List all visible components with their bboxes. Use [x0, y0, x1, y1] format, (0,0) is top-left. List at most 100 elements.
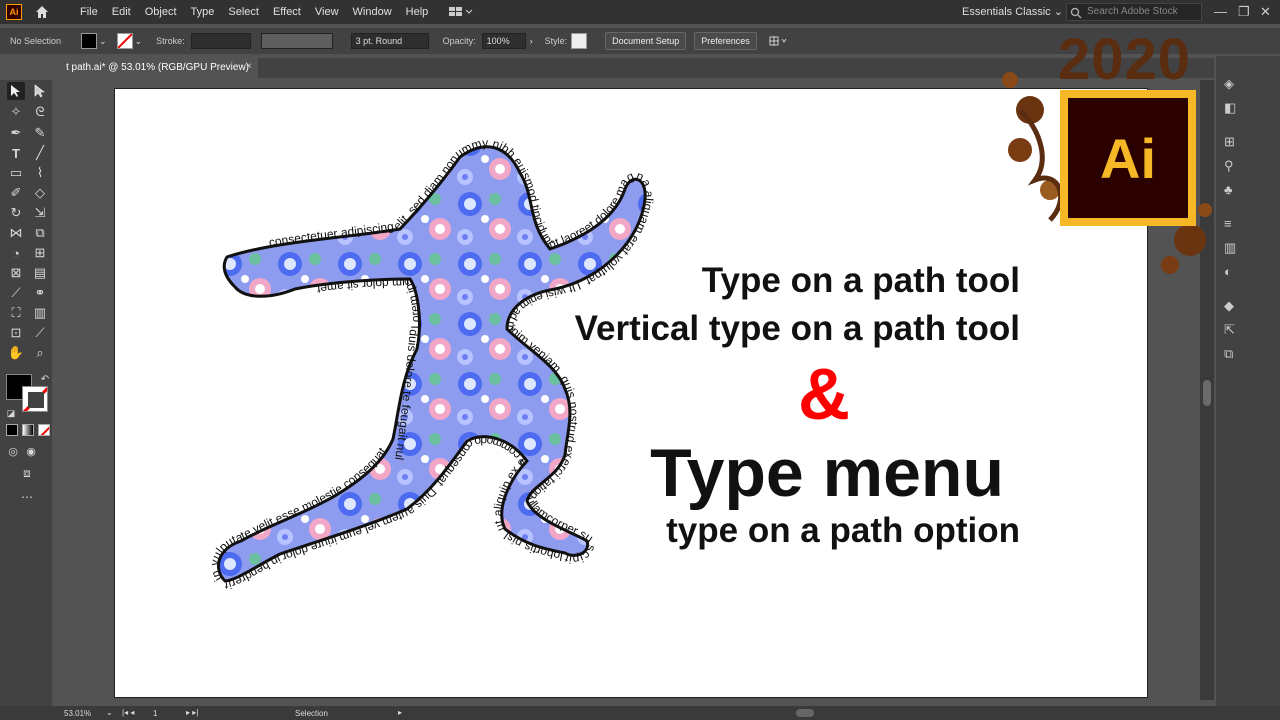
opacity-value: 100% — [486, 36, 510, 46]
draw-normal-icon[interactable]: ◎ — [4, 442, 22, 460]
current-tool-status: Selection — [295, 709, 328, 718]
runner-artwork[interactable]: consectetuer adipiscing elit, sed diam n… — [155, 129, 715, 649]
stroke-panel-icon[interactable]: ≡ — [1224, 216, 1242, 234]
curvature-tool-icon[interactable]: ✎ — [31, 124, 49, 142]
artboards-panel-icon[interactable]: ⧉ — [1224, 346, 1242, 364]
type-tool-icon[interactable]: T — [7, 144, 25, 162]
chevron-down-icon: ⌄ — [1053, 6, 1063, 18]
blend-tool-icon[interactable]: ⚭ — [31, 284, 49, 302]
libraries-panel-icon[interactable]: ◧ — [1224, 100, 1242, 118]
graphic-style-swatch[interactable] — [571, 33, 588, 49]
line-segment-tool-icon[interactable]: ╱ — [31, 144, 49, 162]
brushes-panel-icon[interactable]: ⚲ — [1224, 158, 1242, 176]
document-title: t path.ai* @ 53.01% (RGB/GPU Preview) — [66, 62, 249, 73]
menu-window[interactable]: Window — [353, 6, 392, 18]
minimize-button[interactable]: — — [1214, 4, 1227, 19]
close-window-button[interactable]: ✕ — [1260, 4, 1271, 20]
zoom-dropdown-icon[interactable]: ⌄ — [106, 708, 113, 717]
shaper-tool-icon[interactable]: ✐ — [7, 184, 25, 202]
previous-artboard-icon[interactable]: |◂ ◂ — [122, 708, 134, 717]
lasso-tool-icon[interactable]: ᘓ — [31, 103, 49, 121]
stroke-color-box[interactable] — [22, 386, 48, 412]
fill-swatch[interactable] — [81, 33, 98, 49]
path-type-left: Lorem ipsum dolor sit amet — [315, 276, 422, 329]
shape-builder-tool-icon[interactable]: ◔ — [7, 244, 25, 262]
paintbrush-tool-icon[interactable]: ⌇ — [31, 164, 49, 182]
transparency-panel-icon[interactable]: ◐ — [1224, 264, 1242, 282]
next-artboard-icon[interactable]: ▸ ▸| — [186, 708, 198, 717]
menu-object[interactable]: Object — [145, 6, 177, 18]
gradient-panel-icon[interactable]: ▥ — [1224, 240, 1242, 258]
swap-fill-stroke-icon[interactable]: ↶ — [36, 370, 54, 388]
stock-search-input[interactable]: Search Adobe Stock — [1066, 3, 1202, 21]
rotate-tool-icon[interactable]: ↻ — [7, 204, 25, 222]
menu-type[interactable]: Type — [191, 6, 215, 18]
status-menu-icon[interactable]: ▸ — [398, 708, 402, 717]
headline-type-menu: Type menu — [650, 435, 1004, 511]
eyedropper-tool-icon[interactable]: ⟋ — [7, 284, 25, 302]
slice-tool-icon[interactable]: ⟋ — [31, 324, 49, 342]
properties-panel-icon[interactable]: ◈ — [1224, 76, 1242, 94]
color-mode-icon[interactable] — [6, 424, 18, 436]
scale-tool-icon[interactable]: ⇲ — [31, 204, 49, 222]
gradient-mode-icon[interactable] — [22, 424, 34, 436]
stroke-swatch[interactable] — [116, 33, 133, 49]
zoom-tool-icon[interactable]: ⌕ — [31, 344, 49, 362]
free-transform-tool-icon[interactable]: ⧉ — [31, 224, 49, 242]
eraser-tool-icon[interactable]: ◇ — [31, 184, 49, 202]
brush-definition[interactable]: 3 pt. Round — [350, 33, 429, 49]
illustrator-logo-text: Ai — [1068, 98, 1188, 218]
pen-tool-icon[interactable]: ✒ — [7, 124, 25, 142]
selection-tool-icon[interactable] — [7, 82, 25, 100]
scroll-thumb[interactable] — [1203, 380, 1211, 406]
symbol-sprayer-tool-icon[interactable]: ⛶ — [7, 304, 25, 322]
width-tool-icon[interactable]: ⋈ — [7, 224, 25, 242]
layers-panel-icon[interactable]: ◆ — [1224, 298, 1242, 316]
rectangle-tool-icon[interactable]: ▭ — [7, 164, 25, 182]
opacity-field[interactable]: 100% — [481, 33, 526, 49]
document-tab[interactable]: t path.ai* @ 53.01% (RGB/GPU Preview) × — [58, 58, 258, 78]
app-logo: Ai — [6, 4, 22, 20]
artboard-number[interactable]: 1 — [153, 709, 157, 718]
home-icon[interactable] — [34, 4, 50, 20]
transform-panel-icon[interactable]: ⊞ — [1224, 134, 1242, 152]
export-panel-icon[interactable]: ⇱ — [1224, 322, 1242, 340]
stroke-dropdown-icon[interactable]: ⌄ — [135, 36, 143, 47]
magic-wand-tool-icon[interactable]: ✧ — [7, 103, 25, 121]
screen-mode-icon[interactable]: ⧈ — [18, 464, 36, 482]
variable-width-profile[interactable] — [260, 33, 333, 49]
symbols-panel-icon[interactable]: ♣ — [1224, 182, 1242, 200]
arrange-documents-icon[interactable] — [448, 5, 474, 19]
menu-help[interactable]: Help — [406, 6, 429, 18]
menu-view[interactable]: View — [315, 6, 339, 18]
draw-behind-icon[interactable]: ◉ — [22, 442, 40, 460]
hand-tool-icon[interactable]: ✋ — [7, 344, 25, 362]
default-colors-icon[interactable]: ◪ — [2, 404, 20, 422]
none-mode-icon[interactable] — [38, 424, 50, 436]
fill-dropdown-icon[interactable]: ⌄ — [99, 36, 107, 47]
preferences-button[interactable]: Preferences — [694, 32, 757, 50]
horizontal-scroll-thumb[interactable] — [796, 709, 814, 717]
gradient-tool-icon[interactable]: ▤ — [31, 264, 49, 282]
headline-path-option: type on a path option — [666, 511, 1020, 550]
more-tools-icon[interactable]: ⋯ — [18, 488, 36, 506]
column-graph-tool-icon[interactable]: ▥ — [31, 304, 49, 322]
menu-select[interactable]: Select — [228, 6, 259, 18]
menu-file[interactable]: File — [80, 6, 98, 18]
document-setup-button[interactable]: Document Setup — [605, 32, 687, 50]
mesh-tool-icon[interactable]: ⊠ — [7, 264, 25, 282]
align-icon[interactable] — [767, 34, 789, 48]
headline-type-on-path: Type on a path tool — [701, 261, 1020, 300]
workspace-switcher[interactable]: Essentials Classic ⌄ — [962, 5, 1063, 18]
maximize-button[interactable]: ❐ — [1238, 4, 1250, 20]
stroke-weight-field[interactable] — [190, 33, 251, 49]
chevron-right-icon[interactable]: › — [530, 36, 533, 46]
menu-effect[interactable]: Effect — [273, 6, 301, 18]
menu-edit[interactable]: Edit — [112, 6, 131, 18]
direct-selection-tool-icon[interactable] — [31, 82, 49, 100]
stroke-label: Stroke: — [156, 36, 185, 46]
close-tab-icon[interactable]: × — [246, 61, 252, 72]
artboard-tool-icon[interactable]: ⊡ — [7, 324, 25, 342]
perspective-grid-tool-icon[interactable]: ⊞ — [31, 244, 49, 262]
zoom-level[interactable]: 53.01% — [64, 709, 91, 718]
